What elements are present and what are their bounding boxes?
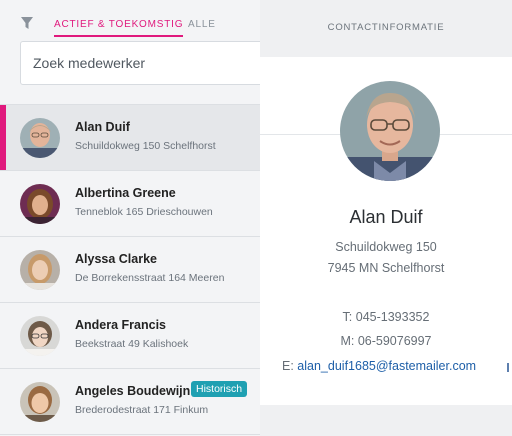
employee-row-angeles-boudewijn[interactable]: Angeles Boudewijn Historisch Brederodest… — [0, 369, 260, 435]
panel-title: CONTACTINFORMATIE — [327, 22, 445, 33]
avatar — [20, 382, 60, 422]
email-prefix: E: — [282, 359, 298, 373]
employee-name: Alan Duif — [75, 120, 130, 134]
employee-row-alyssa-clarke[interactable]: Alyssa Clarke De Borrekensstraat 164 Mee… — [0, 237, 260, 303]
employee-name: Andera Francis — [75, 318, 167, 332]
employee-address: Brederodestraat 171 Finkum — [75, 404, 209, 416]
email-link[interactable]: alan_duif1685@fastemailer.com — [297, 359, 476, 373]
employee-row-andera-francis[interactable]: Andera Francis Beekstraat 49 Kalishoek — [0, 303, 260, 369]
employee-address: De Borrekensstraat 164 Meeren — [75, 272, 225, 284]
employee-row-alan-duif[interactable]: Alan Duif Schuildokweg 150 Schelfhorst — [0, 105, 260, 171]
contact-city: 7945 MN Schelfhorst — [327, 261, 445, 275]
employee-list: Alan Duif Schuildokweg 150 Schelfhorst A… — [0, 104, 260, 435]
search-field[interactable] — [20, 41, 260, 85]
employee-address: Beekstraat 49 Kalishoek — [75, 338, 189, 350]
employee-name: Albertina Greene — [75, 186, 176, 200]
employee-address: Schuildokweg 150 Schelfhorst — [75, 140, 216, 152]
avatar — [340, 81, 440, 181]
avatar — [20, 316, 60, 356]
contact-panel: CONTACTINFORMATIE Alan Duif Schuildokweg… — [260, 0, 512, 436]
tab-all[interactable]: ALLE — [188, 19, 216, 30]
avatar — [20, 184, 60, 224]
scrollbar[interactable] — [507, 363, 509, 372]
employee-row-albertina-greene[interactable]: Albertina Greene Tenneblok 165 Drieschou… — [0, 171, 260, 237]
avatar — [20, 118, 60, 158]
employee-panel: ACTIEF & TOEKOMSTIG ALLE Alan Duif Schui… — [0, 0, 260, 436]
contact-name: Alan Duif — [349, 207, 423, 227]
filter-icon[interactable] — [20, 16, 34, 30]
employee-name: Angeles Boudewijn — [75, 384, 191, 398]
contact-phone: T: 045-1393352 — [342, 310, 430, 324]
status-badge: Historisch — [191, 381, 248, 397]
employee-address: Tenneblok 165 Drieschouwen — [75, 206, 213, 218]
tab-active-and-future[interactable]: ACTIEF & TOEKOMSTIG — [54, 19, 184, 37]
contact-card: Alan Duif Schuildokweg 150 7945 MN Schel… — [260, 57, 512, 405]
employee-name: Alyssa Clarke — [75, 252, 158, 266]
contact-email-line: E: alan_duif1685@fastemailer.com — [282, 359, 512, 373]
contact-mobile: M: 06-59076997 — [340, 334, 432, 348]
search-input[interactable] — [21, 42, 260, 84]
avatar — [20, 250, 60, 290]
contact-street: Schuildokweg 150 — [335, 240, 437, 254]
